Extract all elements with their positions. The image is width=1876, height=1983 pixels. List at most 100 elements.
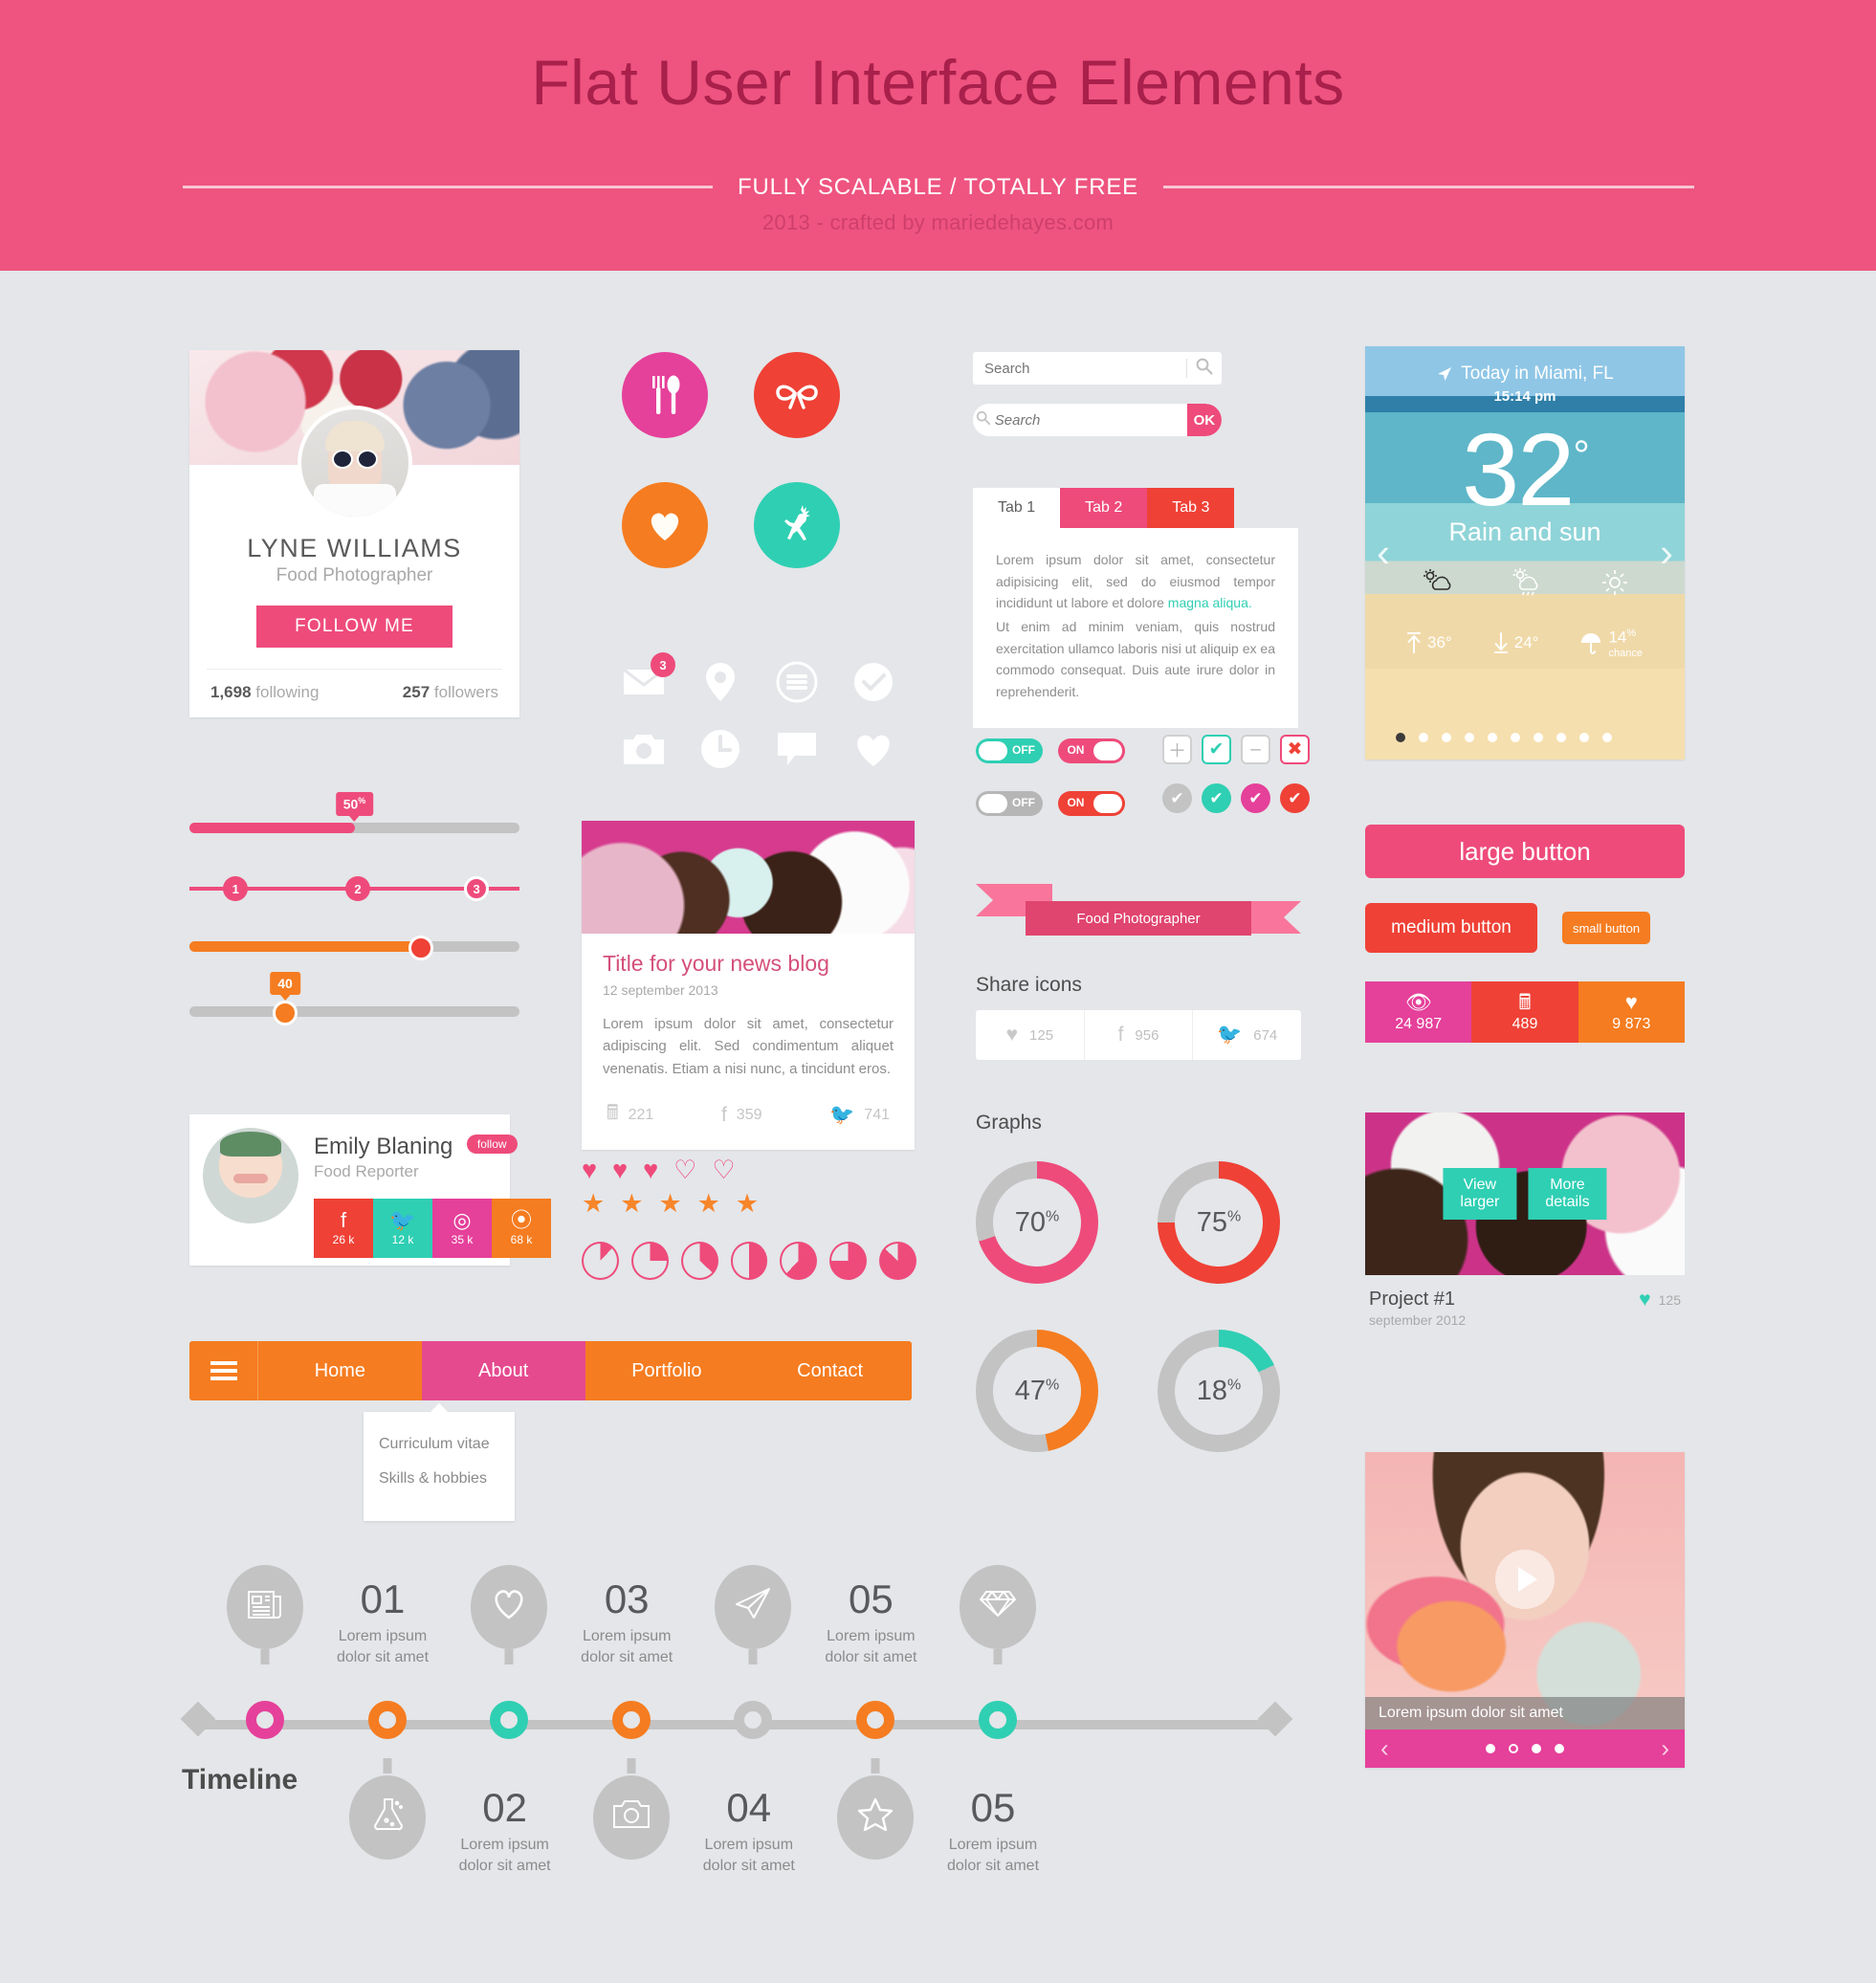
weather-dot-9[interactable] [1579, 733, 1589, 742]
check-round-red[interactable]: ✔ [1280, 783, 1310, 813]
search-ok-button[interactable]: OK [1186, 404, 1222, 436]
heart-rating-3[interactable]: ♥ [643, 1157, 658, 1183]
slider-knob[interactable] [189, 932, 519, 960]
heart-rating[interactable]: ♥ ♥ ♥ ♡ ♡ [582, 1157, 916, 1183]
tab-1[interactable]: Tab 1 [973, 488, 1061, 528]
toggle-off-grey[interactable]: OFF [976, 791, 1043, 816]
nav-item-about[interactable]: About [421, 1341, 585, 1400]
timeline-icon-bubble-7[interactable] [959, 1565, 1036, 1649]
step-dot-3[interactable]: 3 [464, 876, 490, 901]
search-input[interactable] [994, 411, 1187, 429]
heart-rating-1[interactable]: ♥ [582, 1157, 597, 1183]
video-dot-4[interactable] [1555, 1744, 1564, 1753]
search-input[interactable] [973, 360, 1186, 377]
medium-button[interactable]: medium button [1365, 903, 1537, 953]
step-dot-2[interactable]: 2 [344, 876, 370, 901]
heart-icon[interactable] [622, 482, 708, 568]
weather-dot-5[interactable] [1488, 733, 1497, 742]
camera-icon[interactable] [622, 727, 666, 771]
check-checkbox[interactable]: ✔ [1202, 735, 1231, 764]
tab-body-link[interactable]: magna aliqua. [1168, 595, 1252, 610]
weather-dot-1[interactable] [1396, 733, 1405, 742]
check-round-grey[interactable]: ✔ [1162, 783, 1192, 813]
video-dot-1[interactable] [1486, 1744, 1495, 1753]
heart-rating-2[interactable]: ♥ [612, 1157, 628, 1183]
minus-checkbox[interactable]: – [1241, 735, 1270, 764]
check-round-teal[interactable]: ✔ [1202, 783, 1231, 813]
video-prev-button[interactable]: ‹ [1380, 1734, 1389, 1764]
toggle-off-teal[interactable]: OFF [976, 738, 1043, 763]
timeline-node-4[interactable] [611, 1701, 651, 1739]
share-twitter-icon[interactable]: 🐦 674 [1192, 1010, 1301, 1060]
comment-icon[interactable] [775, 727, 819, 771]
toggle-on-pink[interactable]: ON [1058, 738, 1126, 763]
small-button[interactable]: small button [1562, 912, 1650, 944]
menu-circle-icon[interactable] [775, 660, 819, 704]
weather-prev-button[interactable]: ‹ [1377, 530, 1390, 576]
timeline-node-2[interactable] [367, 1701, 407, 1739]
video-dot-3[interactable] [1532, 1744, 1541, 1753]
timeline-node-6[interactable] [856, 1701, 894, 1739]
timeline-icon-bubble-1[interactable] [227, 1565, 303, 1649]
timeline-icon-bubble-3[interactable] [471, 1565, 548, 1649]
large-button[interactable]: large button [1365, 825, 1685, 878]
check-round-pink[interactable]: ✔ [1241, 783, 1270, 813]
timeline-node-3[interactable] [490, 1701, 529, 1739]
timeline-node-1[interactable] [246, 1701, 284, 1739]
weather-dot-6[interactable] [1511, 733, 1520, 742]
slider-handle[interactable] [273, 1001, 298, 1025]
star-rating-5[interactable]: ★ [736, 1191, 759, 1217]
social-rss-icon[interactable]: ⦿ 68 k [492, 1199, 551, 1258]
heart-rating-4[interactable]: ♡ [673, 1157, 696, 1183]
video-dot-2[interactable] [1509, 1744, 1518, 1753]
project-likes[interactable]: ♥ 125 [1639, 1289, 1681, 1311]
menu-icon[interactable] [189, 1341, 258, 1400]
weather-dot-7[interactable] [1534, 733, 1543, 742]
bow-icon[interactable] [754, 352, 840, 438]
news-stat-twitter-icon[interactable]: 🐦 741 [829, 1099, 890, 1133]
weather-pagination-dots[interactable] [1396, 733, 1612, 742]
heart-rating-5[interactable]: ♡ [712, 1157, 735, 1183]
video-pagination-dots[interactable] [1486, 1744, 1564, 1753]
video-next-button[interactable]: › [1661, 1734, 1669, 1764]
location-pin-icon[interactable] [698, 660, 742, 704]
nav-item-contact[interactable]: Contact [748, 1341, 912, 1400]
clock-icon[interactable] [698, 727, 742, 771]
weather-dot-3[interactable] [1442, 733, 1451, 742]
stat-heart-icon[interactable]: ♥ 9 873 [1578, 981, 1685, 1043]
share-facebook-icon[interactable]: f 956 [1083, 1010, 1193, 1060]
star-rating-2[interactable]: ★ [620, 1191, 643, 1217]
slider-progress[interactable]: 50% [189, 792, 519, 840]
news-stat-facebook-icon[interactable]: f 359 [721, 1099, 762, 1133]
more-details-button[interactable]: More details [1528, 1168, 1607, 1220]
follow-me-button[interactable]: FOLLOW ME [256, 606, 452, 648]
magnifier-icon[interactable] [1187, 358, 1222, 380]
weather-dot-2[interactable] [1419, 733, 1428, 742]
nav-item-home[interactable]: Home [258, 1341, 422, 1400]
emily-follow-button[interactable]: follow [466, 1135, 518, 1154]
tab-2[interactable]: Tab 2 [1060, 488, 1148, 528]
weather-dot-8[interactable] [1556, 733, 1566, 742]
news-title[interactable]: Title for your news blog [603, 951, 894, 977]
cutlery-icon[interactable] [622, 352, 708, 438]
step-dot-1[interactable]: 1 [223, 876, 249, 901]
timeline-icon-bubble-4[interactable] [592, 1775, 670, 1860]
weather-dot-4[interactable] [1465, 733, 1474, 742]
toggle-on-red[interactable]: ON [1058, 791, 1126, 816]
stat-comment-icon[interactable]: 🖩 489 [1471, 981, 1578, 1043]
news-stat-comment-icon[interactable]: 🖩 221 [607, 1099, 653, 1133]
play-icon[interactable] [1495, 1550, 1555, 1610]
heart-outline-icon[interactable] [851, 727, 895, 771]
timeline-node-7[interactable] [978, 1701, 1017, 1739]
timeline-node-5[interactable] [734, 1701, 773, 1739]
cross-checkbox[interactable]: ✖ [1280, 735, 1310, 764]
nav-item-portfolio[interactable]: Portfolio [585, 1341, 749, 1400]
timeline-icon-bubble-2[interactable] [348, 1775, 426, 1860]
slider-handle[interactable] [408, 936, 433, 960]
check-circle-icon[interactable] [851, 660, 895, 704]
star-rating-1[interactable]: ★ [582, 1191, 605, 1217]
star-rating-3[interactable]: ★ [658, 1191, 681, 1217]
social-dribbble-icon[interactable]: ◎ 35 k [432, 1199, 492, 1258]
slider-steps[interactable]: 1 2 3 [189, 872, 519, 901]
social-facebook-icon[interactable]: f 26 k [314, 1199, 373, 1258]
